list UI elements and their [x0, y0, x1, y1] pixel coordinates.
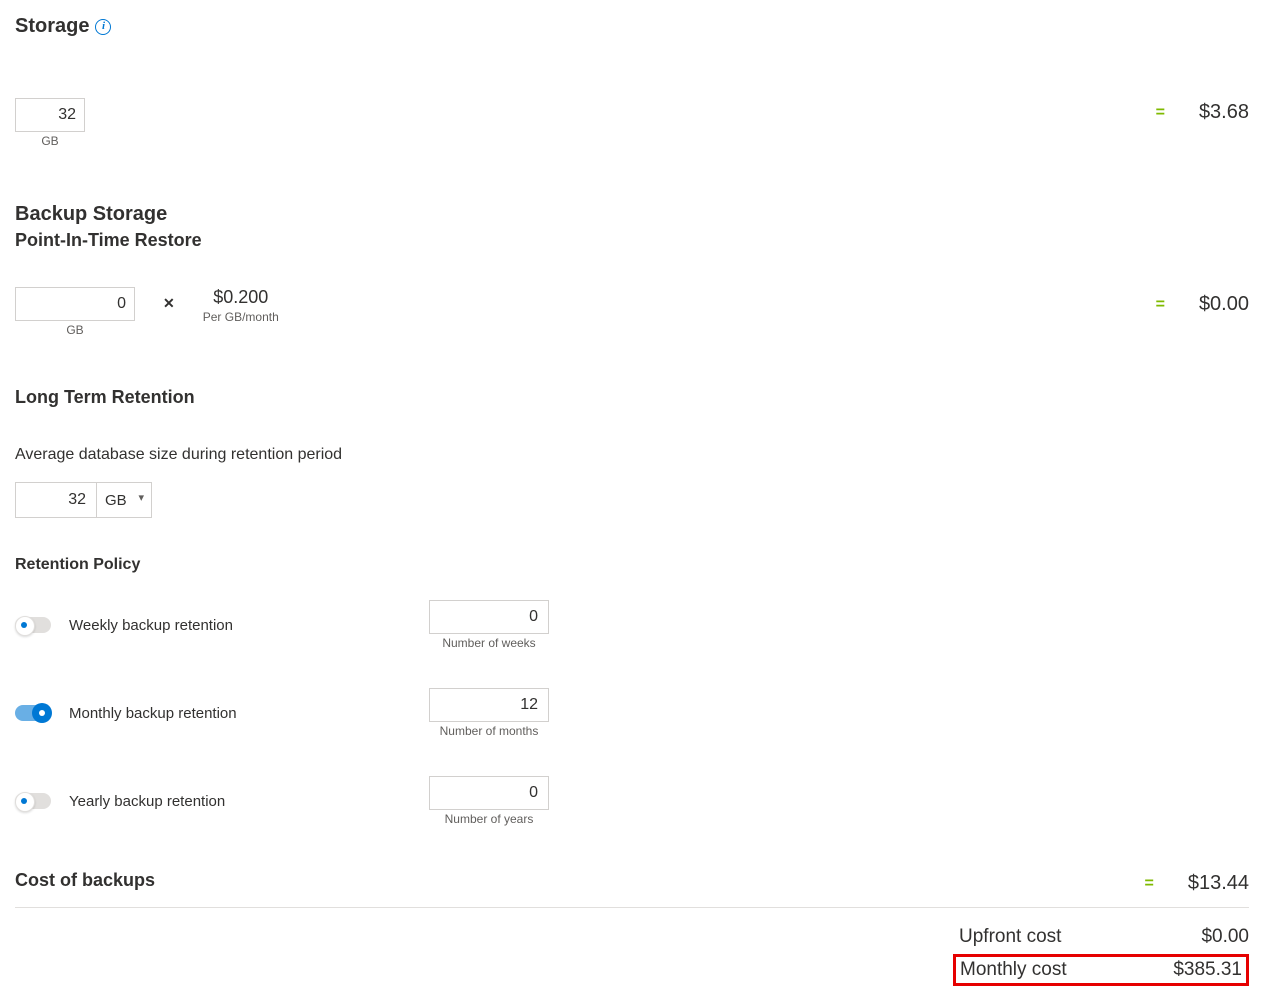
- equals-icon: =: [1144, 875, 1153, 893]
- equals-icon: =: [1156, 296, 1165, 314]
- storage-input[interactable]: [15, 98, 85, 132]
- equals-icon: =: [1156, 104, 1165, 122]
- backup-unit-label: GB: [15, 323, 135, 337]
- monthly-retention-input[interactable]: [429, 688, 549, 722]
- retention-policy-heading: Retention Policy: [15, 556, 1249, 574]
- backup-cost: $0.00: [1199, 293, 1249, 316]
- backup-rate-label: Per GB/month: [203, 310, 279, 324]
- ltr-heading: Long Term Retention: [15, 387, 1249, 408]
- storage-unit-label: GB: [15, 134, 85, 148]
- upfront-cost-value: $0.00: [1169, 926, 1249, 948]
- weekly-retention-label: Weekly backup retention: [69, 617, 429, 634]
- cost-backups-value: $13.44: [1188, 872, 1249, 895]
- monthly-cost-label: Monthly cost: [960, 959, 1166, 981]
- yearly-retention-toggle[interactable]: [15, 793, 51, 809]
- yearly-retention-input[interactable]: [429, 776, 549, 810]
- avg-db-size-unit-select[interactable]: GB: [97, 482, 152, 518]
- backup-rate: $0.200: [203, 287, 279, 308]
- info-icon[interactable]: i: [95, 19, 111, 35]
- storage-cost: $3.68: [1199, 101, 1249, 124]
- monthly-cost-highlight: Monthly cost $385.31: [953, 954, 1249, 986]
- upfront-cost-label: Upfront cost: [959, 926, 1169, 948]
- weekly-retention-sublabel: Number of weeks: [429, 636, 549, 650]
- yearly-retention-label: Yearly backup retention: [69, 793, 429, 810]
- monthly-retention-sublabel: Number of months: [429, 724, 549, 738]
- monthly-retention-toggle[interactable]: [15, 705, 51, 721]
- yearly-retention-sublabel: Number of years: [429, 812, 549, 826]
- storage-heading: Storage: [15, 15, 89, 38]
- multiply-icon: ✕: [163, 295, 175, 312]
- pitr-heading: Point-In-Time Restore: [15, 230, 1249, 251]
- monthly-retention-label: Monthly backup retention: [69, 705, 429, 722]
- backup-storage-input[interactable]: [15, 287, 135, 321]
- monthly-cost-value: $385.31: [1166, 959, 1242, 981]
- weekly-retention-input[interactable]: [429, 600, 549, 634]
- weekly-retention-toggle[interactable]: [15, 617, 51, 633]
- avg-db-size-input[interactable]: [15, 482, 97, 518]
- cost-backups-heading: Cost of backups: [15, 870, 155, 891]
- backup-storage-heading: Backup Storage: [15, 203, 1249, 226]
- avg-db-size-label: Average database size during retention p…: [15, 446, 1249, 464]
